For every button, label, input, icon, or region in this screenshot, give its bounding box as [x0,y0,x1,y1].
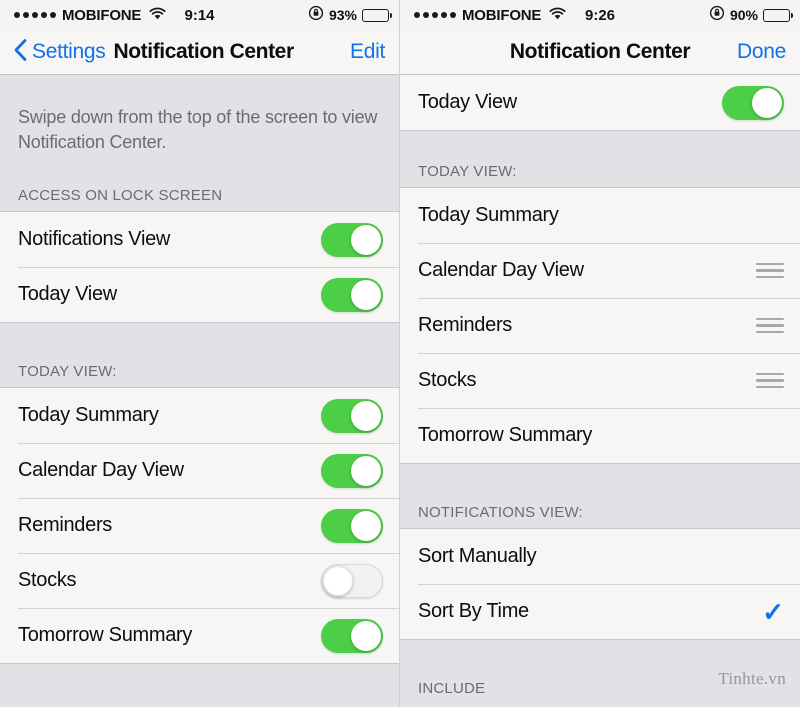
row-accessory [756,317,784,334]
checkmark-icon: ✓ [762,596,784,627]
row-accessory [722,85,784,120]
row-accessory [321,222,383,257]
toggle-today-view[interactable] [321,277,383,312]
battery-icon [763,8,793,22]
table-row[interactable]: Sort By Time ✓ [400,584,800,639]
status-bar: MOBIFONE 9:14 93% [0,0,399,30]
row-accessory [756,372,784,389]
rotation-lock-icon [709,5,725,25]
wifi-icon [549,7,566,24]
back-button-label: Settings [32,40,106,63]
section-group-notifications-view: Sort Manually Sort By Time ✓ [400,528,800,640]
battery-percent-label: 93% [328,7,357,23]
section-group-today-view: Today Summary Calendar Day View Reminder… [400,187,800,464]
toggle-calendar-day-view[interactable] [321,453,383,488]
table-row[interactable]: Sort Manually [400,529,800,584]
section-group-access-on-lock-screen: Notifications View Today View [0,211,399,323]
battery-percent-label: 90% [729,7,758,23]
phone-screen-left: MOBIFONE 9:14 93% Settings Notification … [0,0,400,707]
table-row[interactable]: Stocks [0,553,399,608]
table-row[interactable]: Calendar Day View [0,443,399,498]
row-label: Tomorrow Summary [418,424,593,446]
table-row[interactable]: Today View [400,75,800,130]
toggle-reminders[interactable] [321,508,383,543]
status-bar-right: 93% [308,5,392,25]
back-button[interactable]: Settings [14,38,106,66]
phone-screen-right: MOBIFONE 9:26 90% Notification Center Do… [400,0,800,707]
battery-icon [362,8,392,22]
row-accessory: ✓ [762,599,784,625]
table-row[interactable]: Today View [0,267,399,322]
chevron-left-icon [14,38,27,66]
table-row[interactable]: Notifications View [0,212,399,267]
table-row[interactable]: Stocks [400,353,800,408]
section-header-today-view: TODAY VIEW: [400,131,800,187]
row-accessory [321,453,383,488]
navigation-bar: Notification Center Done [400,30,800,75]
reorder-handle-icon[interactable] [756,372,784,389]
row-label: Stocks [18,569,77,591]
done-button[interactable]: Done [737,40,786,64]
table-row[interactable]: Tomorrow Summary [400,408,800,463]
section-header-today-view: TODAY VIEW: [0,323,399,387]
table-row[interactable]: Reminders [400,298,800,353]
row-accessory [756,262,784,279]
toggle-today-view[interactable] [722,85,784,120]
row-label: Calendar Day View [18,459,184,481]
row-label: Today Summary [418,204,559,226]
status-bar-left: MOBIFONE [414,7,566,24]
row-accessory [321,508,383,543]
row-label: Tomorrow Summary [18,624,193,646]
row-label: Calendar Day View [418,259,584,281]
notification-center-description: Swipe down from the top of the screen to… [18,107,378,152]
row-accessory [321,563,383,598]
navigation-bar: Settings Notification Center Edit [0,30,399,75]
section-group-today-view-toggle: Today View [400,75,800,131]
section-group-today-view: Today Summary Calendar Day View Reminder… [0,387,399,664]
row-label: Reminders [418,314,512,336]
row-label: Sort Manually [418,545,537,567]
reorder-handle-icon[interactable] [756,317,784,334]
edit-button[interactable]: Edit [350,40,385,64]
table-row[interactable]: Reminders [0,498,399,553]
screenshot-pair: MOBIFONE 9:14 93% Settings Notification … [0,0,800,707]
rotation-lock-icon [308,5,324,25]
row-label: Today Summary [18,404,159,426]
settings-list-left[interactable]: Swipe down from the top of the screen to… [0,75,399,707]
table-row[interactable]: Calendar Day View [400,243,800,298]
toggle-tomorrow-summary[interactable] [321,618,383,653]
toggle-stocks[interactable] [321,563,383,598]
carrier-label: MOBIFONE [62,6,142,24]
settings-list-right[interactable]: Today View TODAY VIEW: Today Summary Cal… [400,75,800,707]
status-bar: MOBIFONE 9:26 90% [400,0,800,30]
row-accessory [321,398,383,433]
table-row[interactable]: Today Summary [400,188,800,243]
status-bar-right: 90% [709,5,793,25]
reorder-handle-icon[interactable] [756,262,784,279]
row-accessory [321,618,383,653]
wifi-icon [149,7,166,24]
row-label: Sort By Time [418,600,529,622]
row-label: Notifications View [18,228,171,250]
page-title: Notification Center [113,40,294,63]
carrier-label: MOBIFONE [462,6,542,24]
toggle-today-summary[interactable] [321,398,383,433]
signal-strength-icon [414,12,456,18]
table-row[interactable]: Tomorrow Summary [0,608,399,663]
section-header-notifications-view: NOTIFICATIONS VIEW: [400,464,800,528]
row-accessory [321,277,383,312]
row-label: Reminders [18,514,112,536]
table-row[interactable]: Today Summary [0,388,399,443]
status-bar-left: MOBIFONE [14,7,166,24]
toggle-notifications-view[interactable] [321,222,383,257]
watermark: Tinhte.vn [718,669,786,688]
signal-strength-icon [14,12,56,18]
section-header-access-on-lock-screen: ACCESS ON LOCK SCREEN [0,155,399,211]
row-label: Today View [18,283,117,305]
row-label: Today View [418,91,517,113]
row-label: Stocks [418,369,477,391]
